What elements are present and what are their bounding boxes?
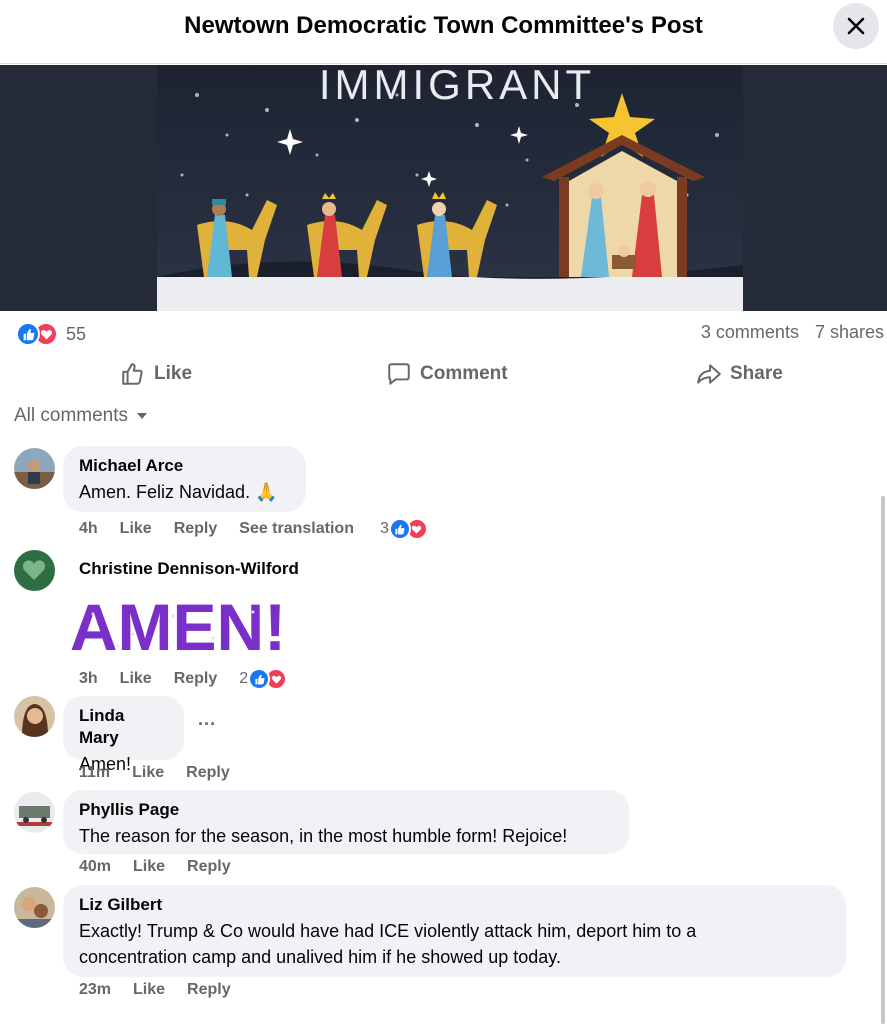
avatar[interactable] (14, 448, 55, 489)
comment-bubble-icon (388, 363, 410, 385)
amen-sticker[interactable]: AMEN! (63, 590, 293, 664)
comment-time[interactable]: 11m (79, 764, 110, 782)
comment-button-label: Comment (420, 363, 508, 384)
close-button[interactable] (833, 3, 879, 49)
comment-meta: 23m Like Reply (79, 981, 253, 999)
avatar[interactable] (14, 792, 55, 833)
comment-meta: 4h Like Reply See translation 3 (79, 518, 428, 540)
comment-reaction-count: 3 (379, 520, 389, 537)
reaction-count: 55 (66, 323, 87, 344)
comment-button[interactable]: Comment (386, 358, 508, 390)
comment-bubble: Liz Gilbert Exactly! Trump & Co would ha… (63, 885, 846, 977)
comments-filter-dropdown[interactable]: All comments (14, 405, 148, 427)
post-stats: 3 comments 7 shares (701, 322, 884, 343)
post-actions: Like Comment Share (0, 358, 887, 390)
like-button-label: Like (154, 363, 193, 384)
comment-text: Exactly! Trump & Co would have had ICE v… (79, 921, 697, 967)
page-title: Newtown Democratic Town Committee's Post (184, 12, 703, 39)
comment-meta: 11m Like Reply (79, 764, 252, 782)
comments-count-link[interactable]: 3 comments (701, 322, 799, 343)
thumbs-up-icon (122, 363, 143, 385)
commenter-name[interactable]: Phyllis Page (79, 799, 613, 821)
comment-like-button[interactable]: Like (133, 858, 165, 876)
comment-time[interactable]: 4h (79, 520, 98, 538)
comment-bubble: Phyllis Page The reason for the season, … (63, 790, 629, 854)
comment-time[interactable]: 3h (79, 670, 98, 688)
comment-reply-button[interactable]: Reply (174, 670, 218, 688)
avatar[interactable] (14, 550, 55, 591)
more-options-button[interactable]: ··· (198, 714, 216, 735)
comment-reply-button[interactable]: Reply (174, 520, 218, 538)
share-button[interactable]: Share (696, 358, 783, 390)
comment-bubble: Linda Mary Amen! (63, 696, 184, 774)
commenter-name[interactable]: Liz Gilbert (79, 894, 830, 916)
reaction-summary[interactable]: 55 (16, 320, 86, 348)
like-reaction-icon (16, 322, 40, 346)
share-arrow-icon (697, 364, 721, 384)
comment-bubble: Michael Arce Amen. Feliz Navidad. 🙏 (63, 446, 306, 512)
comment-text: The reason for the season, in the most h… (79, 826, 568, 846)
comment-reactions[interactable]: 3 (380, 518, 428, 540)
post-image[interactable]: IMMIGRANT (157, 61, 743, 311)
like-button[interactable]: Like (120, 358, 192, 390)
comment-reactions[interactable]: 2 (239, 668, 288, 690)
avatar[interactable] (14, 887, 55, 928)
caret-down-icon (137, 413, 148, 419)
comments-filter-label: All comments (14, 405, 129, 426)
close-icon (847, 17, 865, 35)
comment-text: Amen. Feliz Navidad. 🙏 (79, 482, 278, 502)
avatar[interactable] (14, 696, 55, 737)
comment-reaction-count: 2 (239, 670, 249, 687)
comment-reply-button[interactable]: Reply (186, 764, 230, 782)
comment-like-button[interactable]: Like (120, 520, 152, 538)
comment-time[interactable]: 40m (79, 858, 111, 876)
like-reaction-icon (248, 668, 271, 690)
commenter-name[interactable]: Christine Dennison-Wilford (79, 558, 299, 580)
like-reaction-icon (388, 518, 411, 540)
comment-meta: 3h Like Reply 2 (79, 668, 288, 690)
commenter-name[interactable]: Michael Arce (79, 455, 290, 477)
post-header: Newtown Democratic Town Committee's Post (0, 0, 887, 64)
comment-reply-button[interactable]: Reply (187, 981, 231, 999)
post-image-container: IMMIGRANT (0, 61, 887, 311)
comment-like-button[interactable]: Like (120, 670, 152, 688)
comment-meta: 40m Like Reply (79, 858, 253, 876)
comment-like-button[interactable]: Like (133, 981, 165, 999)
shares-count-link[interactable]: 7 shares (815, 322, 884, 343)
share-button-label: Share (730, 363, 783, 384)
comment-time[interactable]: 23m (79, 981, 111, 999)
sticker-text: AMEN! (70, 594, 286, 660)
commenter-name[interactable]: Linda Mary (79, 705, 168, 749)
comment-reply-button[interactable]: Reply (187, 858, 231, 876)
image-banner-text: IMMIGRANT (319, 65, 595, 108)
scrollbar[interactable] (881, 496, 885, 1024)
see-translation-link[interactable]: See translation (239, 520, 354, 538)
comment-like-button[interactable]: Like (132, 764, 164, 782)
